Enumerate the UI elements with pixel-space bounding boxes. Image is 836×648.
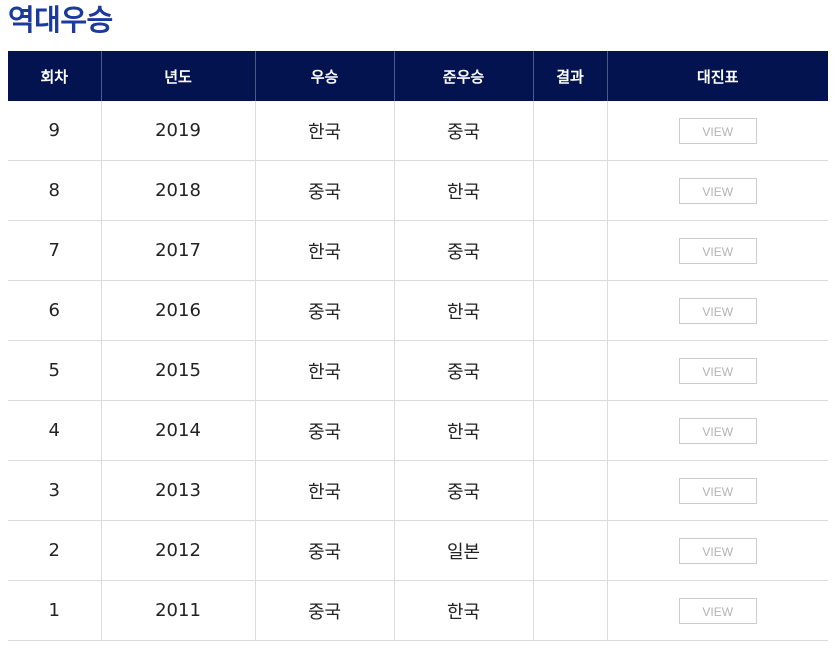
column-header-round: 회차 [8, 51, 101, 101]
bracket-cell: VIEW [606, 160, 828, 221]
column-header-winner: 우승 [254, 51, 394, 101]
round-cell: 2 [8, 520, 101, 581]
column-header-runner-up: 준우승 [393, 51, 533, 101]
runner-up-cell: 한국 [393, 400, 533, 461]
round-cell: 8 [8, 160, 101, 221]
round-cell: 5 [8, 340, 101, 401]
winner-cell: 중국 [254, 160, 394, 221]
column-header-year: 년도 [100, 51, 255, 101]
table-row: 9 2019 한국 중국 VIEW [8, 101, 828, 161]
view-bracket-button[interactable]: VIEW [678, 477, 757, 504]
bracket-cell: VIEW [606, 460, 828, 521]
winner-cell: 한국 [254, 101, 394, 161]
winner-cell: 중국 [254, 520, 394, 581]
winner-cell: 한국 [254, 460, 394, 521]
view-bracket-button[interactable]: VIEW [678, 117, 757, 144]
round-cell: 4 [8, 400, 101, 461]
view-bracket-button[interactable]: VIEW [678, 357, 757, 384]
view-bracket-button[interactable]: VIEW [678, 177, 757, 204]
round-cell: 9 [8, 101, 101, 161]
round-cell: 6 [8, 280, 101, 341]
winner-cell: 한국 [254, 220, 394, 281]
year-cell: 2018 [100, 160, 255, 221]
table-row: 8 2018 중국 한국 VIEW [8, 160, 828, 221]
bracket-cell: VIEW [606, 520, 828, 581]
view-bracket-button[interactable]: VIEW [678, 417, 757, 444]
result-cell [532, 220, 607, 281]
round-cell: 1 [8, 580, 101, 641]
year-cell: 2017 [100, 220, 255, 281]
table-row: 6 2016 중국 한국 VIEW [8, 280, 828, 341]
result-cell [532, 160, 607, 221]
bracket-cell: VIEW [606, 340, 828, 401]
past-winners-table: 회차 년도 우승 준우승 결과 대진표 9 2019 한국 중국 VIEW 8 … [8, 51, 828, 641]
runner-up-cell: 중국 [393, 220, 533, 281]
bracket-cell: VIEW [606, 580, 828, 641]
round-cell: 7 [8, 220, 101, 281]
result-cell [532, 580, 607, 641]
bracket-cell: VIEW [606, 220, 828, 281]
winner-cell: 중국 [254, 400, 394, 461]
runner-up-cell: 한국 [393, 280, 533, 341]
table-row: 7 2017 한국 중국 VIEW [8, 220, 828, 281]
view-bracket-button[interactable]: VIEW [678, 297, 757, 324]
runner-up-cell: 중국 [393, 460, 533, 521]
view-bracket-button[interactable]: VIEW [678, 537, 757, 564]
result-cell [532, 101, 607, 161]
page-title: 역대우승 [8, 3, 113, 37]
year-cell: 2011 [100, 580, 255, 641]
result-cell [532, 280, 607, 341]
result-cell [532, 460, 607, 521]
table-row: 4 2014 중국 한국 VIEW [8, 400, 828, 461]
year-cell: 2013 [100, 460, 255, 521]
runner-up-cell: 중국 [393, 101, 533, 161]
year-cell: 2015 [100, 340, 255, 401]
table-row: 2 2012 중국 일본 VIEW [8, 520, 828, 581]
column-header-result: 결과 [532, 51, 607, 101]
view-bracket-button[interactable]: VIEW [678, 597, 757, 624]
table-row: 3 2013 한국 중국 VIEW [8, 460, 828, 521]
year-cell: 2016 [100, 280, 255, 341]
result-cell [532, 520, 607, 581]
table-row: 1 2011 중국 한국 VIEW [8, 580, 828, 641]
year-cell: 2012 [100, 520, 255, 581]
round-cell: 3 [8, 460, 101, 521]
bracket-cell: VIEW [606, 400, 828, 461]
bracket-cell: VIEW [606, 280, 828, 341]
year-cell: 2019 [100, 101, 255, 161]
runner-up-cell: 일본 [393, 520, 533, 581]
result-cell [532, 340, 607, 401]
table-row: 5 2015 한국 중국 VIEW [8, 340, 828, 401]
bracket-cell: VIEW [606, 101, 828, 161]
winner-cell: 중국 [254, 580, 394, 641]
runner-up-cell: 중국 [393, 340, 533, 401]
winner-cell: 한국 [254, 340, 394, 401]
result-cell [532, 400, 607, 461]
runner-up-cell: 한국 [393, 160, 533, 221]
winner-cell: 중국 [254, 280, 394, 341]
view-bracket-button[interactable]: VIEW [678, 237, 757, 264]
table-header-row: 회차 년도 우승 준우승 결과 대진표 [8, 51, 828, 101]
runner-up-cell: 한국 [393, 580, 533, 641]
column-header-bracket: 대진표 [606, 51, 828, 101]
year-cell: 2014 [100, 400, 255, 461]
